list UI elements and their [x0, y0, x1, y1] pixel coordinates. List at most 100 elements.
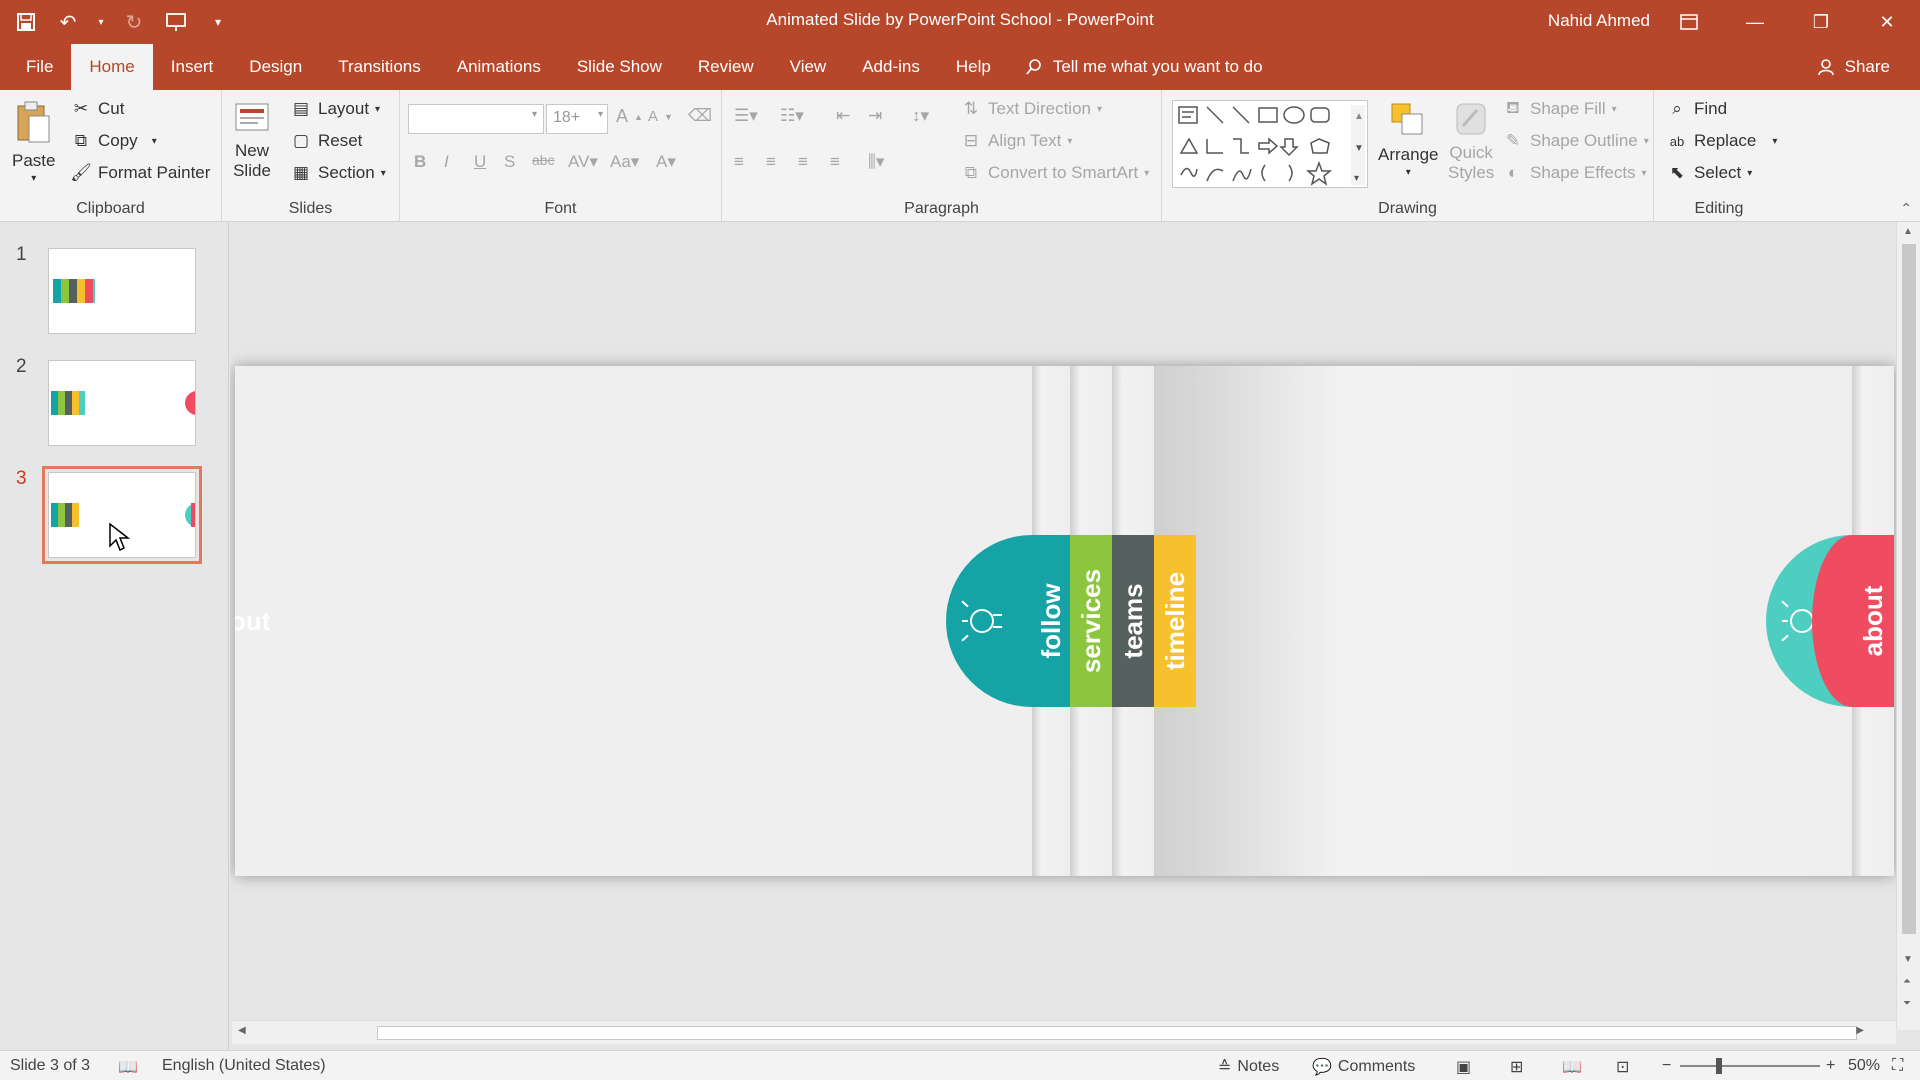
cut-button[interactable]: ✂ Cut	[70, 98, 125, 120]
tab-home[interactable]: Home	[71, 44, 153, 90]
language-indicator[interactable]: English (United States)	[162, 1057, 326, 1075]
tell-me-box[interactable]: Tell me what you want to do	[1023, 44, 1263, 90]
font-size-combo[interactable]: 18+ ▾	[546, 104, 608, 134]
bullets-icon[interactable]: ☰▾	[734, 106, 758, 126]
scroll-up-icon[interactable]: ▲	[1903, 226, 1913, 237]
bold-icon[interactable]: B	[414, 152, 426, 172]
collapse-ribbon-icon[interactable]: ⌃	[1900, 200, 1912, 217]
fit-to-window-icon[interactable]: ⛶	[1892, 1057, 1903, 1075]
shape-effects-button[interactable]: ◐ Shape Effects ▾	[1502, 162, 1647, 184]
character-spacing-icon[interactable]: AV▾	[568, 152, 598, 172]
tab-design[interactable]: Design	[231, 44, 320, 90]
line-spacing-icon[interactable]: ↕▾	[912, 106, 929, 126]
start-slideshow-icon[interactable]	[162, 8, 190, 36]
ribbon-display-options-icon[interactable]	[1656, 0, 1722, 44]
slideshow-view-icon[interactable]: ⊡	[1616, 1057, 1629, 1077]
tab-view[interactable]: View	[772, 44, 845, 90]
align-right-icon[interactable]: ≡	[798, 152, 808, 172]
horizontal-scrollbar[interactable]: ◀ ▶	[232, 1020, 1896, 1044]
text-direction-button[interactable]: ⇅ Text Direction ▾	[960, 98, 1102, 120]
strikethrough-icon[interactable]: abc	[532, 152, 555, 168]
comments-button[interactable]: 💬 Comments	[1312, 1057, 1415, 1077]
copy-dropdown-icon[interactable]: ▾	[152, 136, 157, 147]
tab-insert[interactable]: Insert	[153, 44, 232, 90]
layout-button[interactable]: ▤ Layout ▾	[290, 98, 380, 120]
share-button[interactable]: Share	[1815, 56, 1890, 78]
shadow-icon[interactable]: S	[504, 152, 515, 172]
minimize-icon[interactable]: —	[1722, 0, 1788, 44]
numbering-icon[interactable]: ☷▾	[780, 106, 804, 126]
increase-font-icon[interactable]: A ▲	[616, 106, 643, 127]
reset-button[interactable]: ▢ Reset	[290, 130, 362, 152]
align-left-icon[interactable]: ≡	[734, 152, 744, 172]
reading-view-icon[interactable]: 📖	[1562, 1057, 1582, 1077]
shape-outline-button[interactable]: ✎ Shape Outline ▾	[1502, 130, 1649, 152]
new-slide-label-1: New	[234, 141, 269, 160]
tab-file[interactable]: File	[8, 44, 71, 90]
increase-indent-icon[interactable]: ⇥	[868, 106, 882, 126]
format-painter-button[interactable]: 🖌 Format Painter	[70, 162, 210, 184]
clear-formatting-icon[interactable]: ⌫	[688, 106, 712, 126]
underline-icon[interactable]: U	[474, 152, 486, 172]
quick-styles-button[interactable]: Quick Styles	[1448, 100, 1494, 183]
tab-transitions[interactable]: Transitions	[320, 44, 439, 90]
zoom-in-icon[interactable]: +	[1826, 1057, 1835, 1075]
save-icon[interactable]	[12, 8, 40, 36]
customize-qat-icon[interactable]: ▾	[204, 8, 232, 36]
find-button[interactable]: ⌕ Find	[1666, 98, 1727, 120]
section-label: Section	[318, 163, 375, 182]
align-text-button[interactable]: ⊟ Align Text ▾	[960, 130, 1073, 152]
paste-button[interactable]: Paste ▾	[12, 100, 55, 184]
user-name[interactable]: Nahid Ahmed	[1548, 11, 1650, 31]
notes-button[interactable]: ≙ Notes	[1218, 1057, 1279, 1077]
slide-thumbnail-2[interactable]	[48, 360, 196, 446]
undo-dropdown-icon[interactable]: ▾	[96, 8, 106, 36]
columns-icon[interactable]: ⫼▾	[868, 152, 884, 172]
replace-button[interactable]: ab Replace ▾	[1666, 130, 1778, 152]
horizontal-scroll-thumb[interactable]	[377, 1026, 1857, 1040]
tab-animations[interactable]: Animations	[439, 44, 559, 90]
decrease-font-icon[interactable]: A ▼	[648, 108, 673, 125]
align-center-icon[interactable]: ≡	[766, 152, 776, 172]
decrease-indent-icon[interactable]: ⇤	[836, 106, 850, 126]
slide-3[interactable]: followservicesteamstimeline historyabout…	[230, 366, 1894, 876]
slide-sorter-icon[interactable]: ⊞	[1510, 1057, 1523, 1077]
scroll-down-icon[interactable]: ▼	[1903, 954, 1913, 965]
italic-icon[interactable]: I	[444, 152, 449, 172]
paste-dropdown-icon[interactable]: ▾	[31, 173, 36, 184]
normal-view-icon[interactable]: ▣	[1456, 1057, 1471, 1077]
tab-review[interactable]: Review	[680, 44, 772, 90]
zoom-slider[interactable]	[1680, 1058, 1820, 1074]
restore-icon[interactable]: ❐	[1788, 0, 1854, 44]
arrange-button[interactable]: Arrange ▾	[1378, 100, 1438, 178]
zoom-level[interactable]: 50%	[1848, 1057, 1880, 1075]
close-icon[interactable]: ✕	[1854, 0, 1920, 44]
tab-slide-show[interactable]: Slide Show	[559, 44, 680, 90]
select-button[interactable]: ⬉ Select ▾	[1666, 162, 1752, 184]
scroll-left-icon[interactable]: ◀	[238, 1025, 246, 1036]
font-name-combo[interactable]: ▾	[408, 104, 544, 134]
slide-thumbnail-1[interactable]	[48, 248, 196, 334]
font-color-icon[interactable]: A▾	[656, 152, 676, 172]
shape-fill-dropdown-icon: ▾	[1611, 103, 1617, 115]
new-slide-button[interactable]: New Slide	[232, 98, 272, 181]
tab-help[interactable]: Help	[938, 44, 1009, 90]
next-slide-icon[interactable]: ⏷	[1903, 998, 1911, 1009]
zoom-out-icon[interactable]: −	[1662, 1057, 1671, 1075]
tab-add-ins[interactable]: Add-ins	[844, 44, 938, 90]
undo-icon[interactable]: ↶	[54, 8, 82, 36]
redo-icon[interactable]: ↻	[120, 8, 148, 36]
justify-icon[interactable]: ≡	[830, 152, 840, 172]
shape-fill-button[interactable]: ⛾ Shape Fill ▾	[1502, 98, 1617, 120]
shapes-gallery[interactable]: ▲ ▼ ▾	[1172, 100, 1368, 188]
scroll-right-icon[interactable]: ▶	[1856, 1025, 1864, 1036]
vertical-scroll-thumb[interactable]	[1902, 244, 1916, 934]
convert-smartart-button[interactable]: ⧉ Convert to SmartArt ▾	[960, 162, 1149, 184]
zoom-slider-handle[interactable]	[1716, 1058, 1722, 1074]
previous-slide-icon[interactable]: ⏶	[1903, 976, 1911, 987]
change-case-icon[interactable]: Aa▾	[610, 152, 639, 172]
vertical-scrollbar[interactable]: ▲ ▼ ⏶ ⏷	[1896, 222, 1920, 1030]
spell-check-icon[interactable]: 📖	[118, 1057, 138, 1077]
section-button[interactable]: ▦ Section ▾	[290, 162, 386, 184]
copy-button[interactable]: ⧉ Copy ▾	[70, 130, 157, 152]
